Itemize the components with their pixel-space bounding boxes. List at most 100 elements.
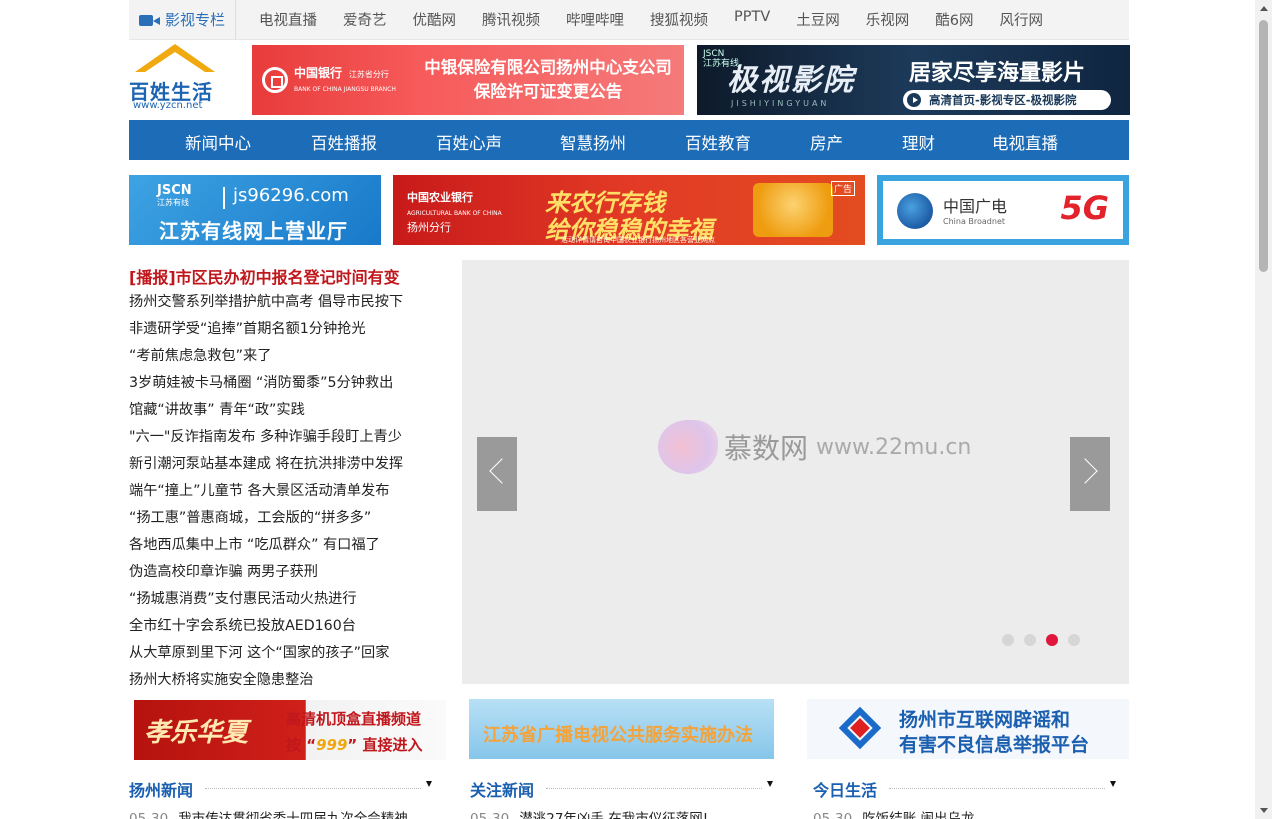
list-item[interactable]: 从大草原到里下河 这个“国家的孩子”回家 [129,642,403,669]
chevron-left-icon [489,458,515,484]
video-link-tv[interactable]: 电视直播 [259,9,317,30]
video-link-ku6[interactable]: 酷6网 [935,9,973,30]
banner-rumor-report[interactable]: 扬州市互联网辟谣和 有害不良信息举报平台 [807,699,1129,759]
boc-name: 中国银行 [294,65,343,80]
nav-item-education[interactable]: 百姓教育 [685,130,751,154]
house-roof-inner [145,52,205,72]
ad-china-broadnet[interactable]: 中国广电 China Broadnet 5G [877,175,1129,245]
slider-dot[interactable] [1024,634,1036,646]
video-link-youku[interactable]: 优酷网 [413,9,457,30]
banner-tv-prefix: 按 [286,736,302,754]
list-item[interactable]: 3岁萌娃被卡马桶圈 “消防蜀黍”5分钟救出 [129,372,403,399]
list-item[interactable]: 05-30 潜逃27年凶手 在我市仪征落网! [470,807,708,819]
column-title[interactable]: 关注新闻 [470,777,534,801]
list-item[interactable]: 端午“撞上”儿童节 各大景区活动清单发布 [129,480,403,507]
list-item[interactable]: “扬城惠消费”支付惠民活动火热进行 [129,588,403,615]
list-item[interactable]: “扬工惠”普惠商城，工会版的“拼多多” [129,507,403,534]
cinema-title: 极视影院 [727,63,855,98]
chevron-down-icon[interactable] [426,781,432,787]
slider-dot[interactable] [1002,634,1014,646]
list-item[interactable]: 新引潮河泵站基本建成 将在抗洪排涝中发挥 [129,453,403,480]
cbn-inner: 中国广电 China Broadnet 5G [883,181,1123,239]
abc-en: AGRICULTURAL BANK OF CHINA [407,210,502,217]
slider-next-button[interactable] [1070,437,1110,511]
item-date: 05-30 [470,811,510,819]
cinema-pinyin: JISHIYINGYUAN [731,99,830,108]
list-item[interactable]: “考前焦虑急救包”来了 [129,345,403,372]
list-item[interactable]: 伪造高校印章诈骗 两男子获刑 [129,561,403,588]
list-item[interactable]: 扬州交警系列举措护航中高考 倡导市民按下 [129,291,403,318]
list-item[interactable]: "六一"反诈指南发布 多种诈骗手段盯上青少 [129,426,403,453]
globe-icon [897,193,933,229]
column-title[interactable]: 今日生活 [813,777,877,801]
list-item[interactable]: 全市红十字会系统已投放AED160台 [129,615,403,642]
ad-cinema[interactable]: JSCN 江苏有线 极视影院 JISHIYINGYUAN 居家尽享海量影片 高清… [697,45,1130,115]
abc-branch: 扬州分行 [407,221,451,234]
abc-footnote: 活动详情请咨询中国农业银行扬州地区各营业网点 [561,236,715,244]
banner-tv-channel[interactable]: 孝乐华夏 高清机顶盒直播频道 按 “999” 直接进入 [134,700,446,760]
cbn-en: China Broadnet [943,217,1005,226]
video-link-tencent[interactable]: 腾讯视频 [482,9,540,30]
logo-url: www.yzcn.net [133,100,203,111]
nav-item-smart-yangzhou[interactable]: 智慧扬州 [560,130,626,154]
scroll-down-icon[interactable] [1260,808,1268,813]
list-item[interactable]: 05-30 我市传达贯彻省委十四届九次全会精神 [129,807,408,819]
list-item[interactable]: 馆藏“讲故事” 青年“政”实践 [129,399,403,426]
banner-rumor-line1: 扬州市互联网辟谣和 [899,709,1071,731]
banner-tv-number: 999 [316,736,348,754]
headline-link[interactable]: [播报]市区民办初中报名登记时间有变 [129,264,400,288]
banner-tv-big: 孝乐华夏 [144,718,249,748]
scroll-up-icon[interactable] [1260,6,1268,11]
divider [546,788,762,789]
column-title[interactable]: 扬州新闻 [129,777,193,801]
news-list: 扬州交警系列举措护航中高考 倡导市民按下 非遗研学受“追捧”首期名额1分钟抢光 … [129,291,403,696]
banner-radio-policy[interactable]: 江苏省广播电视公共服务实施办法 [469,699,774,759]
main-nav: 新闻中心 百姓播报 百姓心声 智慧扬州 百姓教育 房产 理财 电视直播 [129,120,1129,160]
nav-item-news[interactable]: 新闻中心 [185,130,251,154]
image-slider[interactable]: 慕数网 www.22mu.cn [462,260,1129,684]
ad-boc-insurance[interactable]: 中国银行 江苏省分行 BANK OF CHINA JIANGSU BRANCH … [252,45,684,115]
list-item[interactable]: 非遗研学受“追捧”首期名额1分钟抢光 [129,318,403,345]
nav-item-finance[interactable]: 理财 [902,130,935,154]
boc-en: BANK OF CHINA JIANGSU BRANCH [294,86,396,93]
site-logo[interactable]: 百姓生活 www.yzcn.net [129,44,244,116]
chevron-down-icon[interactable] [1110,781,1116,787]
watermark-name: 慕数网 [724,432,809,465]
video-link-funshion[interactable]: 风行网 [1000,9,1044,30]
video-link-sohu[interactable]: 搜狐视频 [650,9,708,30]
ad-abc-bank[interactable]: 中国农业银行 AGRICULTURAL BANK OF CHINA 扬州分行 来… [393,175,865,245]
item-title: 潜逃27年凶手 在我市仪征落网! [519,811,709,819]
divider [889,788,1105,789]
video-link-iqiyi[interactable]: 爱奇艺 [343,9,387,30]
page-scrollbar[interactable] [1255,0,1272,819]
nav-item-voice[interactable]: 百姓心声 [436,130,502,154]
video-links: 电视直播 爱奇艺 优酷网 腾讯视频 哔哩哔哩 搜狐视频 PPTV 土豆网 乐视网… [246,9,1056,30]
banner-radio-title: 江苏省广播电视公共服务实施办法 [483,725,753,746]
list-item[interactable]: 各地西瓜集中上市 “吃瓜群众” 有口福了 [129,534,403,561]
list-item[interactable]: 扬州大桥将实施安全隐患整治 [129,669,403,696]
slider-dot[interactable] [1068,634,1080,646]
video-bar-title[interactable]: 影视专栏 [129,0,237,40]
nav-item-broadcast[interactable]: 百姓播报 [311,130,377,154]
item-date: 05-30 [813,811,853,819]
boc-text: 中国银行 江苏省分行 BANK OF CHINA JIANGSU BRANCH [294,66,396,95]
banner-tv-line1: 高清机顶盒直播频道 [286,710,422,728]
video-link-pptv[interactable]: PPTV [734,9,770,30]
chevron-down-icon[interactable] [767,781,773,787]
video-link-bilibili[interactable]: 哔哩哔哩 [566,9,624,30]
boc-emblem-icon [262,67,288,93]
divider [223,187,225,209]
nav-item-tv-live[interactable]: 电视直播 [992,130,1058,154]
video-link-letv[interactable]: 乐视网 [866,9,910,30]
ad-jscn-hall[interactable]: JSCN 江苏有线 js96296.com 江苏有线网上营业厅 [129,175,381,245]
item-date: 05-30 [129,811,169,819]
list-item[interactable]: 05-30 吃饭结账 闹出乌龙 [813,807,975,819]
nav-item-housing[interactable]: 房产 [810,130,843,154]
scrollbar-thumb[interactable] [1259,20,1268,272]
slider-prev-button[interactable] [477,437,517,511]
boc-headline: 中银保险有限公司扬州中心支公司 保险许可证变更公告 [412,56,684,104]
slider-dot[interactable] [1046,634,1058,646]
cinema-pill: 高清首页-影视专区-极视影院 [903,90,1111,110]
video-link-tudou[interactable]: 土豆网 [796,9,840,30]
report-platform-icon [837,706,885,750]
